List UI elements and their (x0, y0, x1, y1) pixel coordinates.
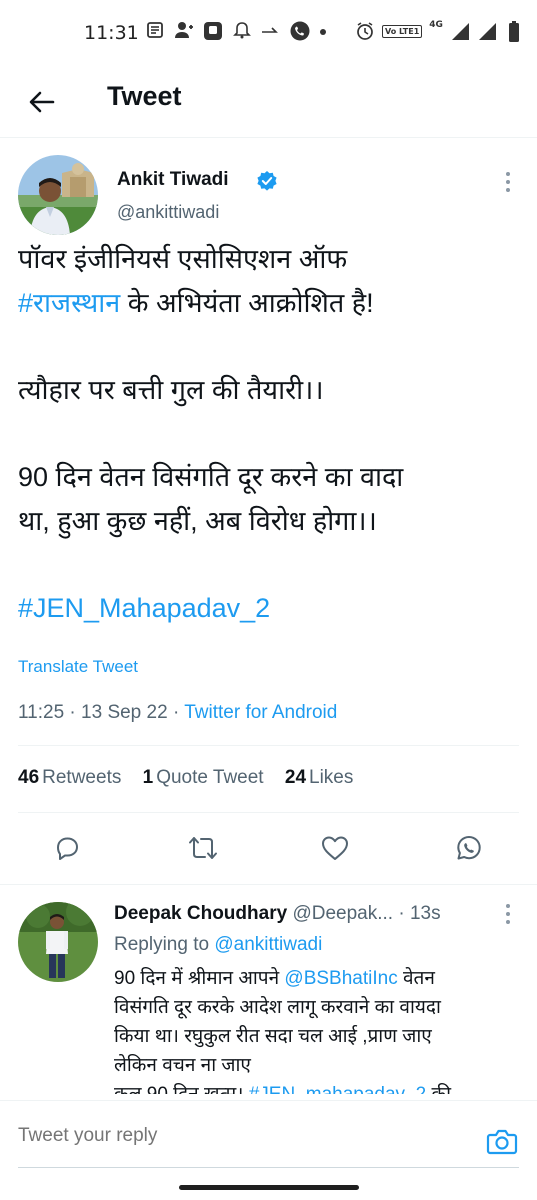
retweets-count: 46 (18, 767, 40, 788)
reply-line: कल 90 दिन खत्म। #JEN_mahapadav_2 की (114, 1080, 524, 1094)
tweet-line: पॉवर इंजीनियर्स एसोसिएशन ऑफ (18, 244, 348, 274)
replying-to-link[interactable]: @ankittiwadi (214, 934, 322, 955)
meta-separator: · (69, 702, 76, 723)
status-time: 11:31 (84, 22, 139, 44)
share-whatsapp-button[interactable] (447, 826, 491, 870)
status-icons-right: Vo LTE1 4G (355, 20, 524, 42)
reply-line: किया था। रघुकुल रीत सदा चल आई ,प्राण जाए (114, 1026, 432, 1047)
translate-tweet-link[interactable]: Translate Tweet (18, 657, 138, 677)
section-divider (0, 884, 537, 885)
home-indicator[interactable] (179, 1185, 359, 1190)
divider (18, 812, 519, 813)
author-handle[interactable]: @ankittiwadi (117, 202, 219, 223)
author-name[interactable]: Ankit Tiwadi (117, 169, 229, 191)
reply-icon (57, 837, 78, 860)
network-type-label: 4G (429, 20, 443, 30)
reply-header: Deepak Choudhary @Deepak... · 13s (114, 903, 499, 925)
tweet-line-text: के अभियंता आक्रोशित है! (120, 288, 374, 318)
avatar[interactable] (18, 155, 98, 235)
reply-composer (0, 1100, 537, 1200)
hashtag-link[interactable]: #राजस्थान (18, 288, 120, 318)
page-title: Tweet (107, 81, 182, 111)
tweet-line: था, हुआ कुछ नहीं, अब विरोध होगा।। (18, 506, 377, 536)
retweets-label: Retweets (42, 767, 122, 788)
retweets-stat[interactable]: 46 Retweets (18, 767, 121, 789)
tweet-line: त्यौहार पर बत्ती गुल की तैयारी।। (18, 375, 324, 405)
retweet-icon (189, 837, 217, 859)
tweet-stats: 46 Retweets 1 Quote Tweet 24 Likes (18, 767, 369, 789)
reply-text: 90 दिन में श्रीमान आपने @BSBhatiInc वेतन… (114, 964, 524, 1094)
alarm-icon (355, 21, 375, 41)
reply-line: लेकिन वचन ना जाए (114, 1055, 251, 1076)
battery-icon (504, 21, 524, 42)
notes-icon (145, 21, 165, 41)
meta-separator: · (398, 903, 405, 924)
more-options-icon[interactable] (498, 170, 518, 194)
quote-tweets-stat[interactable]: 1 Quote Tweet (143, 767, 264, 789)
bell-icon (232, 21, 252, 41)
divider (18, 745, 519, 746)
like-button[interactable] (313, 826, 357, 870)
heart-icon (322, 836, 348, 860)
reply-author-name[interactable]: Deepak Choudhary (114, 903, 287, 924)
reply-line-text: वेतन (397, 968, 435, 989)
camera-button[interactable] (484, 1123, 520, 1159)
app-icon (203, 21, 223, 41)
reply-more-options-icon[interactable] (498, 902, 518, 926)
tweet-line: 90 दिन वेतन विसंगति दूर करने का वादा (18, 462, 404, 492)
status-bar: 11:31 Vo LTE1 4G (0, 0, 537, 70)
reply-line-text: की (426, 1084, 451, 1094)
tweet-text: पॉवर इंजीनियर्स एसोसिएशन ऑफ #राजस्थान के… (18, 237, 523, 630)
signal-icon (450, 21, 470, 41)
hashtag-link[interactable]: #JEN_Mahapadav_2 (18, 586, 523, 630)
arrow-left-icon (29, 91, 55, 113)
camera-icon (486, 1129, 518, 1155)
reply-line-text: कल 90 दिन खत्म। (114, 1084, 249, 1094)
back-button[interactable] (20, 80, 64, 124)
quotes-label: Quote Tweet (156, 767, 264, 788)
dot-icon (319, 21, 327, 41)
reply-input[interactable] (18, 1125, 468, 1147)
input-underline (18, 1167, 519, 1168)
meta-separator: · (172, 702, 180, 723)
arrow-icon (261, 21, 281, 41)
reply-line-text: 90 दिन में श्रीमान आपने (114, 968, 285, 989)
reply-author-handle[interactable]: @Deepak... (292, 903, 393, 924)
verified-icon (256, 170, 278, 192)
quotes-count: 1 (142, 767, 154, 788)
reply-time: 13s (409, 903, 441, 924)
reply-line: विसंगति दूर करके आदेश लागू करवाने का वाय… (114, 997, 441, 1018)
tweet-source-link[interactable]: Twitter for Android (184, 702, 337, 723)
reply-line: 90 दिन में श्रीमान आपने @BSBhatiInc वेतन (114, 964, 524, 993)
likes-label: Likes (309, 767, 354, 788)
mention-link[interactable]: @BSBhatiInc (284, 968, 397, 989)
tweet-action-bar (0, 826, 537, 872)
hashtag-link[interactable]: #JEN_mahapadav_2 (249, 1084, 426, 1094)
status-icons-left (145, 21, 327, 41)
tweet-time: 11:25 (18, 702, 65, 723)
signal-icon (477, 21, 497, 41)
person-add-icon (174, 21, 194, 41)
tweet-date: 13 Sep 22 (81, 702, 168, 723)
phone-icon (290, 21, 310, 41)
reply-avatar[interactable] (18, 902, 98, 982)
volte-indicator: Vo LTE1 (382, 24, 423, 38)
replying-to: Replying to @ankittiwadi (114, 934, 322, 956)
retweet-button[interactable] (181, 826, 225, 870)
app-header: Tweet (0, 70, 537, 138)
likes-stat[interactable]: 24 Likes (285, 767, 354, 789)
reply-button[interactable] (45, 826, 89, 870)
tweet-line: #राजस्थान के अभियंता आक्रोशित है! (18, 281, 523, 325)
likes-count: 24 (284, 767, 307, 788)
whatsapp-icon (457, 836, 481, 860)
tweet-meta: 11:25 · 13 Sep 22 · Twitter for Android (18, 702, 337, 724)
replying-to-label: Replying to (114, 934, 210, 955)
